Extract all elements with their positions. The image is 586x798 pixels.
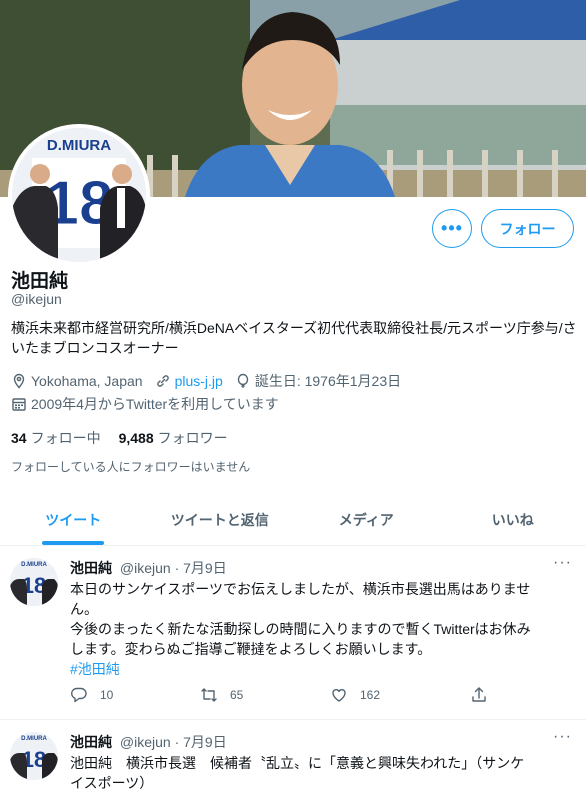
birthday-item: 誕生日: 1976年1月23日: [235, 371, 401, 391]
tweet-author-name[interactable]: 池田純: [70, 560, 112, 576]
tweet-more-icon[interactable]: ···: [553, 554, 572, 572]
retweet-icon: [201, 688, 217, 702]
tweet-author-handle[interactable]: @ikejun: [120, 560, 171, 576]
tweet-line: 今後のまったく新たな活動探しの時間に入りますので暫くTwitterはお休み: [70, 621, 531, 637]
follow-button[interactable]: フォロー: [481, 209, 574, 248]
like-count: 162: [360, 688, 381, 702]
tab-media[interactable]: メディア: [293, 494, 440, 545]
joined-text: 2009年4月からTwitterを利用しています: [31, 396, 279, 412]
tweet-author-handle[interactable]: @ikejun: [120, 734, 171, 750]
profile-tabs: ツイート ツイートと返信 メディア いいね: [0, 494, 586, 546]
tweet[interactable]: D.MIURA 18 池田純 @ikejun · 7月9日 ··· 池田純 横浜市…: [0, 720, 586, 798]
calendar-icon: [12, 398, 26, 411]
tab-tweets[interactable]: ツイート: [0, 494, 147, 545]
profile-bio: 横浜未来都市経営研究所/横浜DeNAベイスターズ初代代表取締役社長/元スポーツ庁…: [11, 320, 577, 356]
reply-button[interactable]: 10: [70, 686, 200, 704]
tweet-author-name[interactable]: 池田純: [70, 734, 112, 750]
tweet-date[interactable]: · 7月9日: [175, 734, 227, 750]
tweet-header: 池田純 @ikejun · 7月9日: [70, 732, 227, 752]
joined-item: 2009年4月からTwitterを利用しています: [11, 394, 279, 414]
tab-likes[interactable]: いいね: [440, 494, 586, 545]
profile-handle: @ikejun: [11, 291, 62, 307]
profile-avatar[interactable]: D.MIURA 18: [8, 124, 150, 266]
tweet-avatar-jersey-name: D.MIURA: [21, 736, 47, 742]
share-button[interactable]: [470, 686, 500, 704]
balloon-icon: [237, 373, 249, 388]
birthday-text: 誕生日: 1976年1月23日: [254, 373, 402, 389]
tweet-line: ん。: [70, 601, 98, 617]
followers-count-link[interactable]: 9,488 フォロワー: [119, 428, 228, 448]
tweet-more-icon[interactable]: ···: [553, 728, 572, 746]
location-item: Yokohama, Japan: [11, 373, 143, 389]
tweet-text: 本日のサンケイスポーツでお伝えしましたが、横浜市長選出馬はありませ ん。 今後の…: [70, 579, 578, 679]
tweet-avatar-jersey-name: D.MIURA: [21, 562, 47, 568]
tweet-line: イスポーツ）: [70, 775, 154, 791]
location-text: Yokohama, Japan: [31, 373, 143, 389]
retweet-button[interactable]: 65: [200, 686, 330, 704]
retweet-count: 65: [230, 688, 244, 702]
avatar-jersey-name: D.MIURA: [47, 137, 111, 154]
tweet-header: 池田純 @ikejun · 7月9日: [70, 558, 227, 578]
tweet-hashtag[interactable]: #池田純: [70, 659, 578, 679]
following-label: フォロー中: [30, 430, 101, 446]
follow-counts: 34 フォロー中 9,488 フォロワー: [11, 428, 228, 448]
followers-label: フォロワー: [157, 430, 228, 446]
location-pin-icon: [13, 373, 25, 389]
tab-tweets-and-replies[interactable]: ツイートと返信: [147, 494, 294, 545]
tweet[interactable]: D.MIURA 18 池田純 @ikejun · 7月9日 ··· 本日のサンケイ…: [0, 546, 586, 720]
website-item[interactable]: plus-j.jp: [155, 373, 223, 389]
more-options-button[interactable]: •••: [432, 209, 472, 248]
tweet-actions: 10 65 162: [70, 686, 500, 704]
profile-meta: Yokohama, Japan plus-j.jp 誕生日: 1976年1月23…: [11, 371, 413, 391]
avatar[interactable]: D.MIURA 18: [10, 732, 58, 780]
profile-name: 池田純: [11, 271, 69, 292]
like-button[interactable]: 162: [330, 686, 470, 704]
tweet-line: 本日のサンケイスポーツでお伝えしましたが、横浜市長選出馬はありませ: [70, 581, 531, 597]
share-icon: [472, 687, 486, 702]
following-count: 34: [11, 430, 27, 446]
followers-count: 9,488: [118, 430, 154, 446]
tweet-line: 池田純 横浜市長選 候補者〝乱立〟に「意義と興味失われた」（サンケ: [70, 755, 525, 771]
reply-count: 10: [100, 688, 114, 702]
following-count-link[interactable]: 34 フォロー中: [11, 428, 101, 448]
mutual-followers-note: フォローしている人にフォロワーはいません: [11, 460, 251, 474]
reply-icon: [71, 687, 87, 703]
website-link[interactable]: plus-j.jp: [175, 373, 223, 389]
tweet-date[interactable]: · 7月9日: [175, 560, 227, 576]
link-icon: [156, 375, 169, 387]
heart-icon: [332, 689, 346, 702]
tweet-text: 池田純 横浜市長選 候補者〝乱立〟に「意義と興味失われた」（サンケ イスポーツ）: [70, 753, 578, 793]
tweet-line: します。変わらぬご指導ご鞭撻をよろしくお願いします。: [70, 641, 432, 657]
profile-actions: ••• フォロー: [432, 209, 574, 248]
avatar[interactable]: D.MIURA 18: [10, 558, 58, 606]
